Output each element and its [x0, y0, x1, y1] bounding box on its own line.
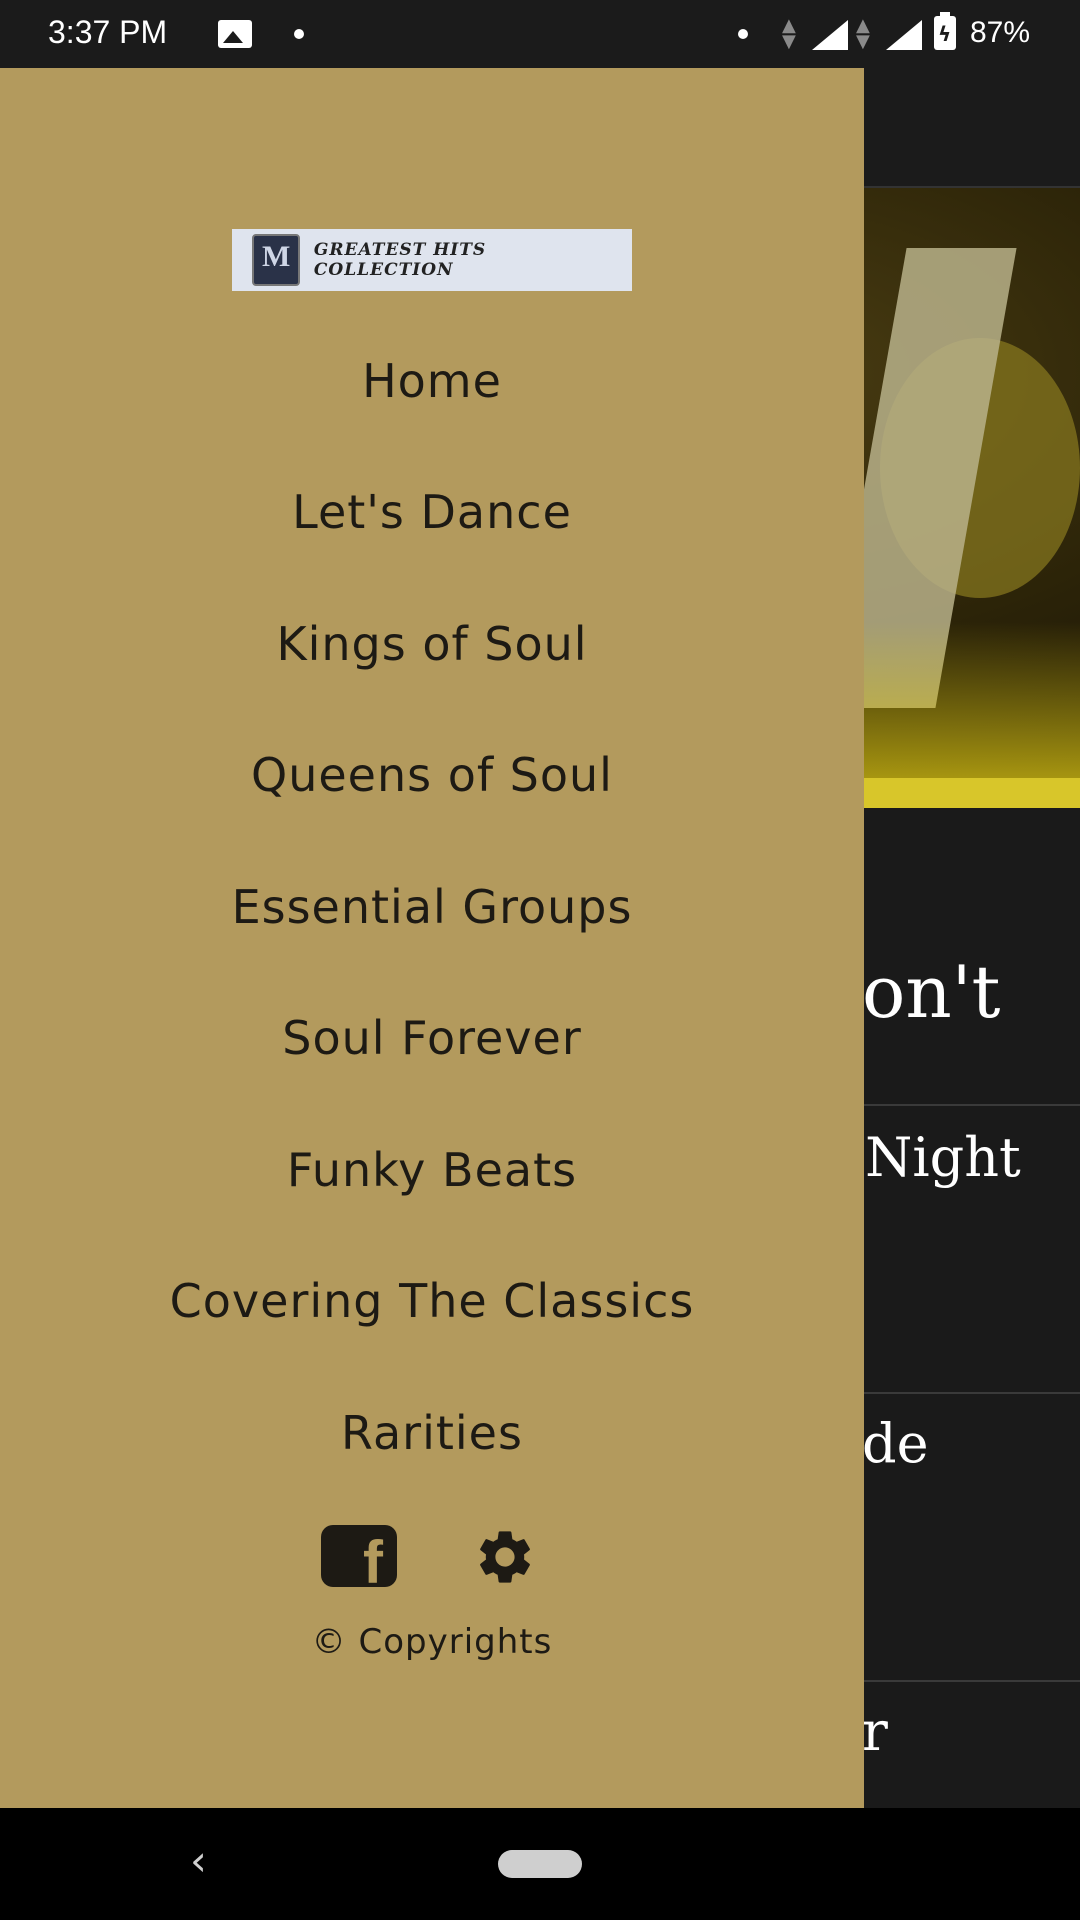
logo-text: GREATEST HITS COLLECTION: [313, 240, 487, 280]
menu-item-covering-the-classics[interactable]: Covering The Classics: [0, 1274, 864, 1328]
data-arrows-icon: ▲ ▼: [856, 15, 870, 52]
menu-item-queens-of-soul[interactable]: Queens of Soul: [0, 748, 864, 802]
wifi-dot-icon: [738, 29, 748, 39]
data-arrows-icon: ▲ ▼: [782, 15, 796, 52]
signal-icon: [812, 20, 848, 50]
list-item-title: r: [862, 1700, 888, 1763]
signal-icon: [886, 20, 922, 50]
menu-item-funky-beats[interactable]: Funky Beats: [0, 1143, 864, 1197]
navigation-drawer: GREATEST HITS COLLECTION Home Let's Danc…: [0, 68, 864, 1808]
menu-item-lets-dance[interactable]: Let's Dance: [0, 485, 864, 539]
image-icon: [218, 20, 252, 48]
app-logo: GREATEST HITS COLLECTION: [232, 229, 632, 291]
menu-item-home[interactable]: Home: [0, 354, 864, 408]
battery-charging-icon: ϟ: [934, 12, 956, 50]
battery-percent: 87%: [970, 16, 1031, 49]
menu-item-soul-forever[interactable]: Soul Forever: [0, 1011, 864, 1065]
facebook-icon[interactable]: f: [321, 1525, 397, 1587]
system-nav-bar: ‹: [0, 1808, 1080, 1920]
status-bar: 3:37 PM ▲ ▼ ▲ ▼ ϟ 87%: [0, 0, 1080, 68]
settings-gear-icon[interactable]: [466, 1525, 544, 1589]
notification-dot-icon: [294, 29, 304, 39]
menu-item-rarities[interactable]: Rarities: [0, 1406, 864, 1460]
menu-item-kings-of-soul[interactable]: Kings of Soul: [0, 617, 864, 671]
menu-item-essential-groups[interactable]: Essential Groups: [0, 880, 864, 934]
home-pill-button[interactable]: [498, 1850, 582, 1878]
list-item-title: Night: [848, 1126, 1021, 1189]
status-time: 3:37 PM: [48, 14, 168, 50]
back-icon[interactable]: ‹: [190, 1836, 207, 1885]
list-item-title: de: [862, 1412, 929, 1475]
list-item-title: on't: [862, 950, 1001, 1034]
motown-logo-icon: [252, 234, 300, 286]
copyright-text: © Copyrights: [311, 1622, 553, 1662]
